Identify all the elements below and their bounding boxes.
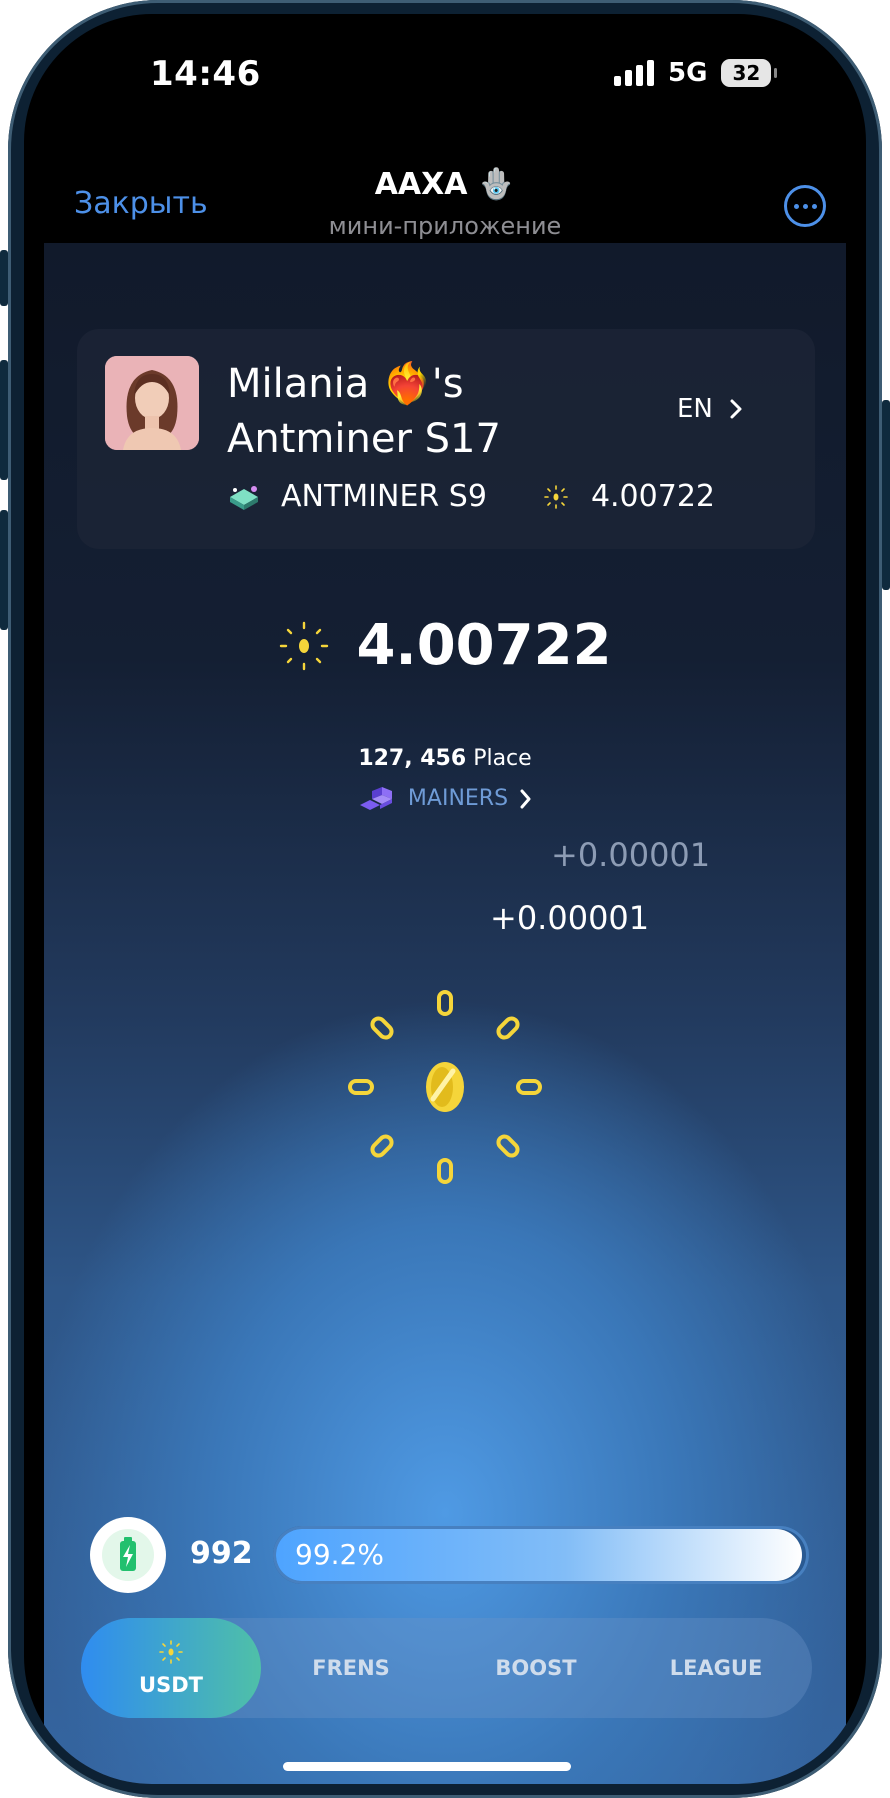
status-icons: 5G 32 [614, 58, 778, 88]
chevron-right-icon [520, 789, 531, 808]
buildings-icon [359, 786, 392, 810]
tab-boost[interactable]: BOOST [446, 1618, 626, 1718]
app-subtitle: мини-приложение [328, 212, 562, 240]
signal-icon [614, 60, 654, 86]
miner-model: ANTMINER S9 [281, 479, 487, 514]
coin-icon [280, 621, 329, 670]
energy-percent: 99.2% [295, 1538, 384, 1571]
profile-name: Milania ❤️‍🔥's Antminer S17 [227, 361, 501, 462]
miner-info: ANTMINER S9 4.00722 [227, 479, 715, 514]
energy-value: 992 [190, 1536, 253, 1571]
floating-gain: +0.00001 [551, 836, 711, 874]
energy-progress: 99.2% [273, 1526, 809, 1584]
rank-line: 127, 456 Place [44, 746, 846, 771]
language-label: EN [677, 394, 713, 424]
rank-label: Place [473, 746, 532, 771]
energy-icon [90, 1517, 166, 1593]
floating-gain: +0.00001 [490, 899, 650, 937]
avatar [105, 356, 199, 450]
chevron-right-icon [730, 399, 742, 419]
more-icon[interactable] [784, 185, 826, 227]
mainers-link[interactable]: MAINERS [44, 786, 846, 811]
bottom-tab-bar: USDT FRENS BOOST LEAGUE [81, 1618, 812, 1718]
battery-charge-icon [102, 1529, 154, 1581]
mainers-label: MAINERS [407, 786, 509, 811]
side-button [0, 360, 8, 480]
tab-frens[interactable]: FRENS [261, 1618, 441, 1718]
home-indicator[interactable] [283, 1762, 571, 1771]
language-selector[interactable]: EN [677, 394, 743, 424]
coin-icon [544, 484, 568, 509]
tap-coin-button[interactable] [345, 987, 545, 1187]
balance-display: 4.00722 [44, 613, 846, 678]
tab-usdt[interactable]: USDT [81, 1618, 261, 1718]
battery-icon: 32 [721, 59, 778, 87]
mini-balance: 4.00722 [590, 479, 715, 514]
tab-label: LEAGUE [669, 1656, 763, 1680]
network-type: 5G [668, 58, 708, 88]
app-title: AAXA 🪬 [374, 167, 516, 202]
balance-value: 4.00722 [356, 613, 612, 678]
coin-icon [159, 1640, 183, 1664]
tab-label: FRENS [312, 1656, 390, 1680]
telegram-header: Закрыть AAXA 🪬 мини-приложение [24, 139, 866, 249]
status-time: 14:46 [150, 54, 261, 94]
tab-label: USDT [139, 1673, 203, 1697]
mini-app: Milania ❤️‍🔥's Antminer S17 EN ANTMINER … [44, 243, 846, 1784]
side-button [0, 250, 8, 306]
rank-number: 127, 456 [358, 746, 467, 771]
profile-card[interactable]: Milania ❤️‍🔥's Antminer S17 EN ANTMINER … [77, 329, 815, 549]
phone-screen: 14:46 5G 32 Закрыть AAXA 🪬 мини-приложен… [24, 14, 866, 1784]
miner-device-icon [230, 485, 258, 510]
power-button [882, 400, 890, 590]
tab-label: BOOST [495, 1656, 577, 1680]
side-button [0, 510, 8, 630]
tab-league[interactable]: LEAGUE [626, 1618, 806, 1718]
